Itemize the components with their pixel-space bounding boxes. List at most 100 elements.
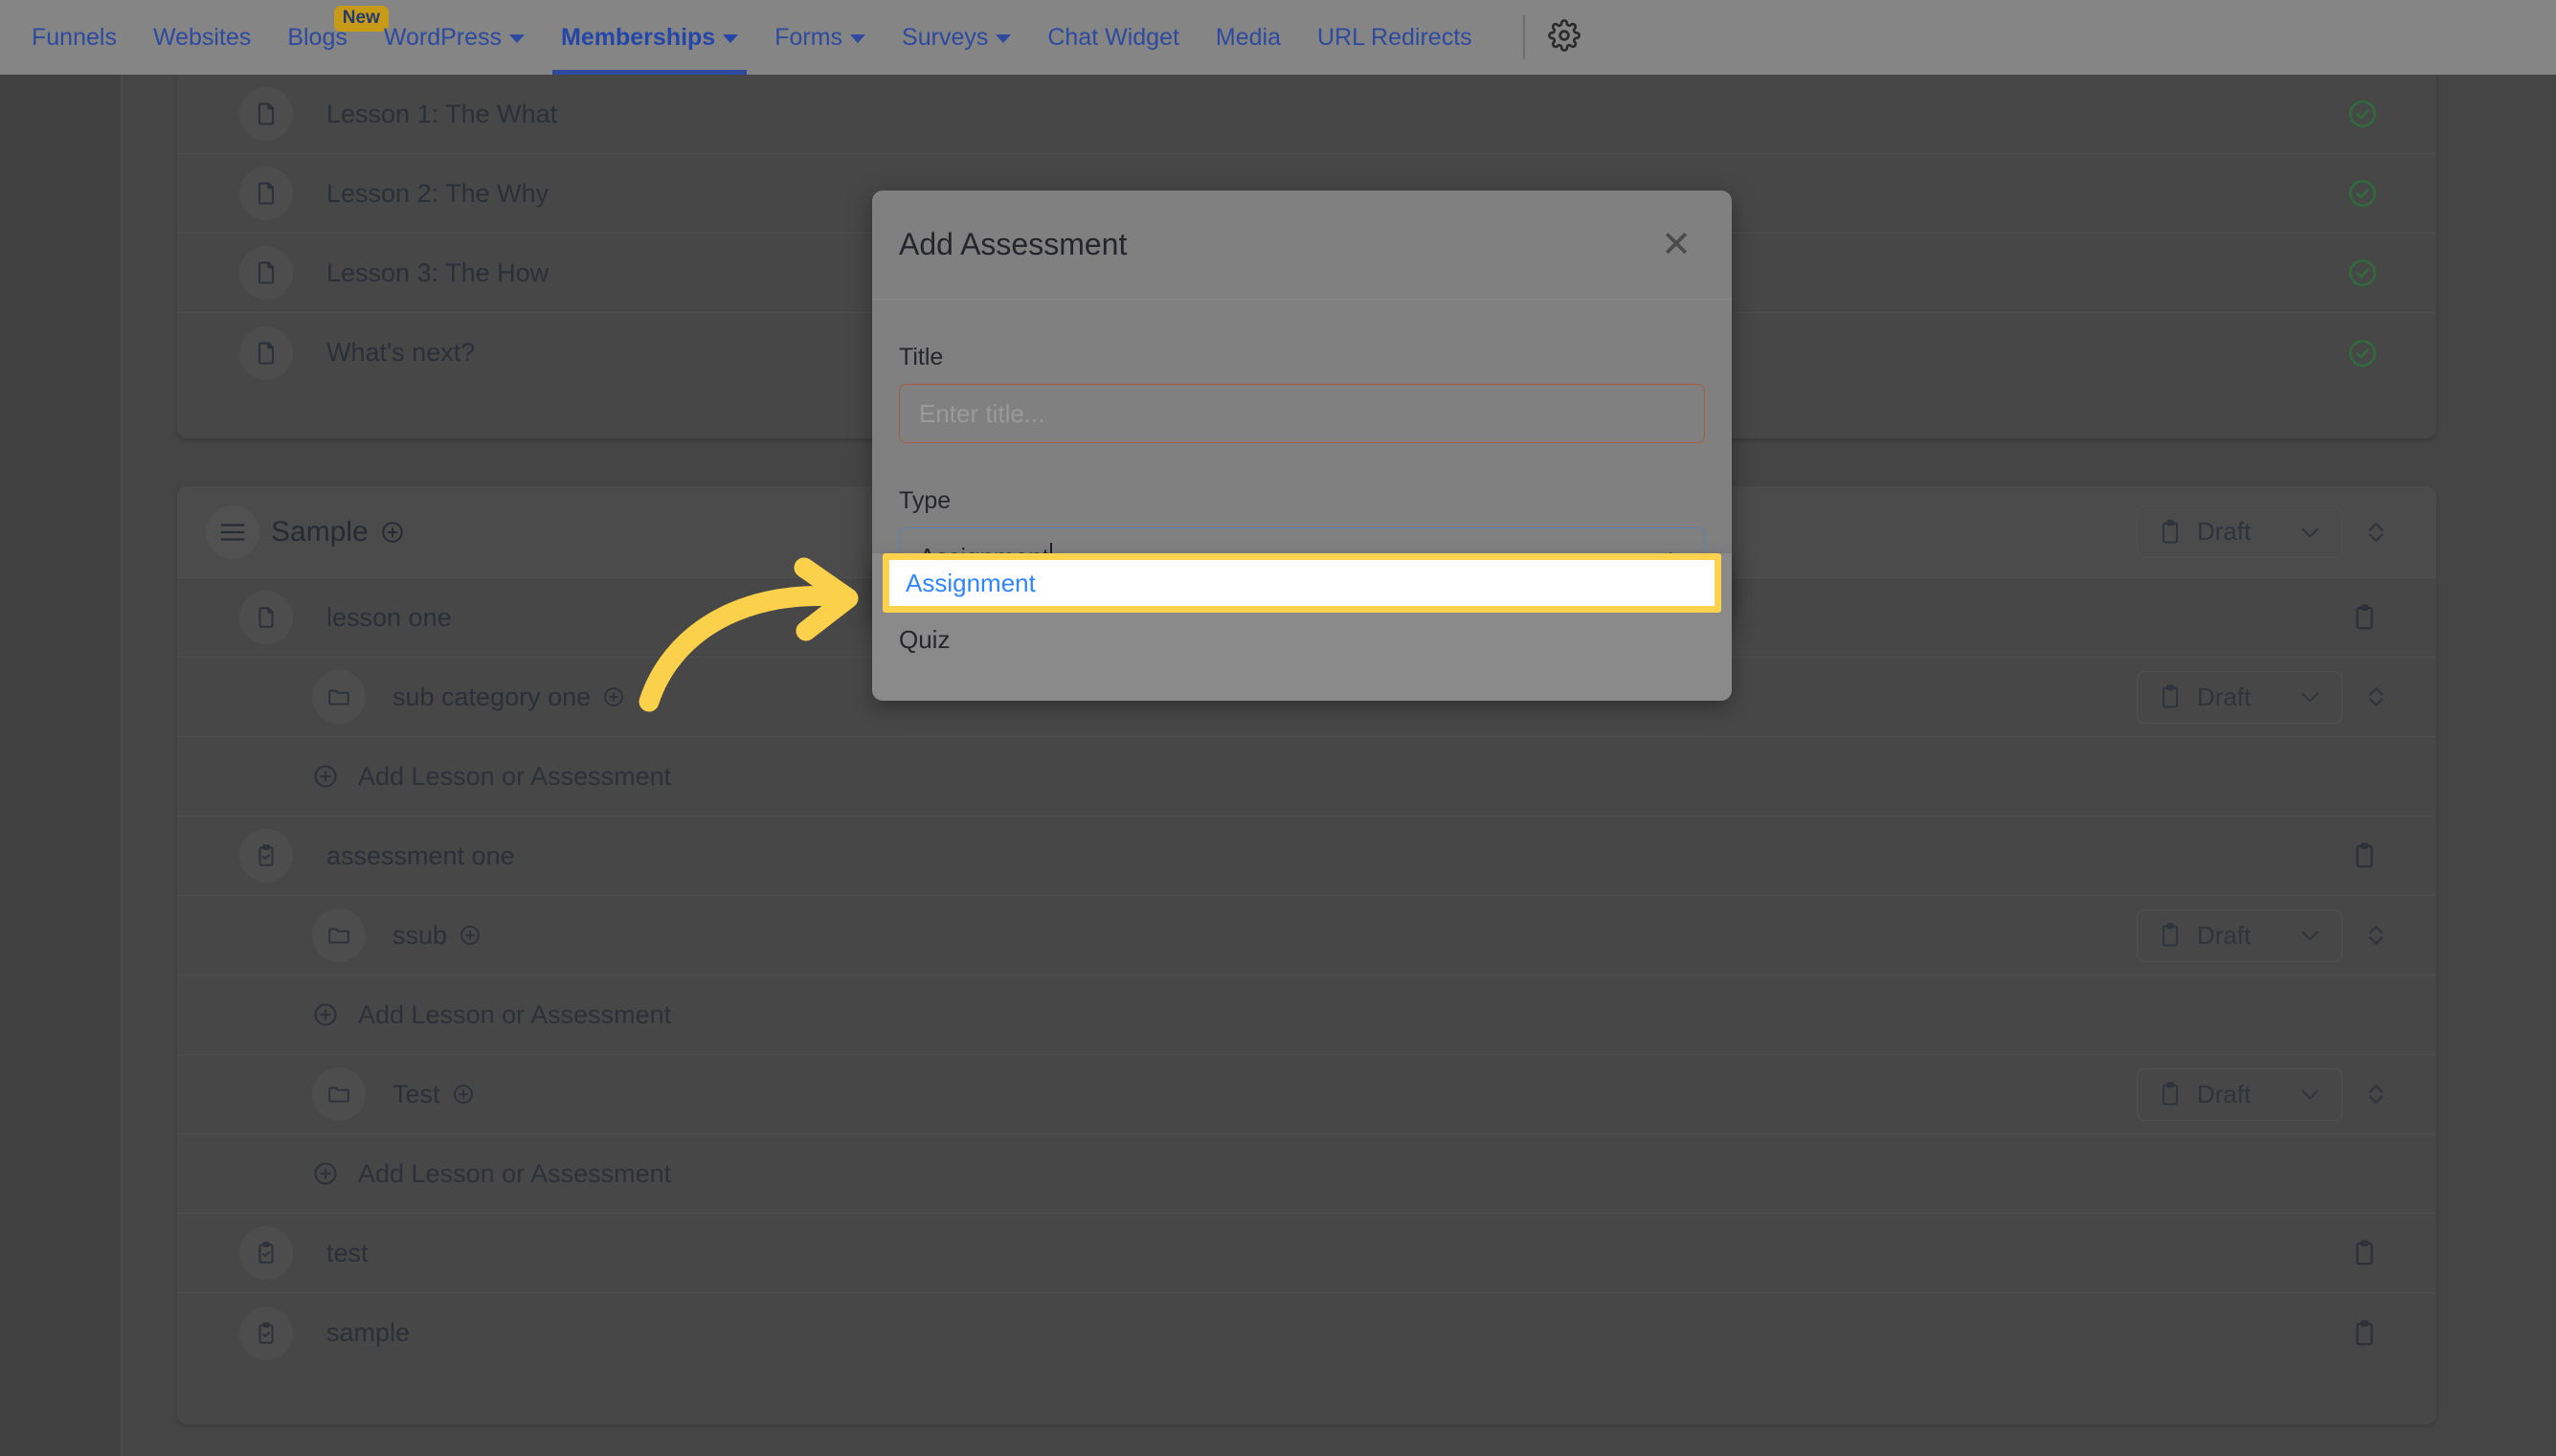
check-circle-icon[interactable] xyxy=(2346,257,2436,289)
status-badge-label: Draft xyxy=(2197,1079,2252,1109)
check-circle-icon[interactable] xyxy=(2346,177,2436,210)
sort-updown-icon[interactable] xyxy=(2362,1080,2390,1109)
nav-item-funnels[interactable]: Funnels xyxy=(13,0,135,75)
section-title-group: Sample xyxy=(271,516,405,549)
clipboard-icon[interactable] xyxy=(2350,1239,2436,1267)
row-label-group: sample xyxy=(326,1318,410,1348)
row-label: lesson one xyxy=(326,602,452,632)
nav-item-label: Memberships xyxy=(561,23,716,51)
gear-icon xyxy=(1547,18,1581,56)
sort-updown-icon[interactable] xyxy=(2362,518,2390,547)
chevron-down-icon xyxy=(723,34,739,43)
folder-icon xyxy=(312,670,366,724)
nav-item-url-redirects[interactable]: URL Redirects xyxy=(1299,0,1491,75)
add-lesson-row[interactable]: Add Lesson or Assessment xyxy=(177,975,2436,1055)
plus-circle-icon[interactable] xyxy=(459,924,482,947)
status-badge[interactable]: Draft xyxy=(2137,505,2343,558)
modal-header: Add Assessment ✕ xyxy=(872,190,1732,300)
clipboard-icon[interactable] xyxy=(2350,1319,2436,1348)
add-lesson-row[interactable]: Add Lesson or Assessment xyxy=(177,1134,2436,1214)
list-item[interactable]: Test Draft xyxy=(177,1055,2436,1134)
row-label: Lesson 3: The How xyxy=(326,258,549,287)
row-label-group: test xyxy=(326,1239,369,1268)
row-label: Test xyxy=(392,1079,440,1109)
row-label: assessment one xyxy=(326,840,515,870)
nav-item-blogs[interactable]: Blogs New xyxy=(269,0,389,75)
drag-handle-icon[interactable] xyxy=(206,505,259,559)
chevron-down-icon[interactable] xyxy=(2298,684,2322,709)
plus-circle-icon[interactable] xyxy=(452,1083,475,1106)
check-circle-icon[interactable] xyxy=(2346,337,2436,370)
plus-circle-icon[interactable] xyxy=(312,1001,339,1028)
modal-title: Add Assessment xyxy=(899,227,1128,261)
row-label[interactable]: Add Lesson or Assessment xyxy=(358,762,671,792)
status-badge-label: Draft xyxy=(2197,517,2252,546)
status-badge[interactable]: Draft xyxy=(2137,670,2343,724)
document-icon xyxy=(239,87,293,141)
title-input[interactable] xyxy=(899,384,1705,443)
row-label-group: Test xyxy=(392,1080,475,1109)
nav-item-surveys[interactable]: Surveys xyxy=(884,0,1029,75)
folder-icon xyxy=(312,908,366,962)
row-label-group: ssub xyxy=(392,921,482,951)
nav-item-label: WordPress xyxy=(383,23,503,51)
clipboard-icon[interactable] xyxy=(2350,603,2436,632)
chevron-down-icon[interactable] xyxy=(2298,1082,2322,1107)
document-icon xyxy=(239,167,293,220)
status-badge-label: Draft xyxy=(2197,920,2252,950)
clipboard-check-icon xyxy=(239,1307,293,1360)
status-badge[interactable]: Draft xyxy=(2137,1067,2343,1121)
nav-item-chat-widget[interactable]: Chat Widget xyxy=(1029,0,1198,75)
plus-circle-icon[interactable] xyxy=(312,1160,339,1187)
nav-item-memberships[interactable]: Memberships xyxy=(543,0,756,75)
nav-item-label: URL Redirects xyxy=(1317,23,1472,51)
list-item[interactable]: ssub Draft xyxy=(177,896,2436,975)
nav-item-label: Funnels xyxy=(32,23,117,51)
left-rail xyxy=(0,75,123,1456)
chevron-down-icon[interactable] xyxy=(2298,923,2322,948)
clipboard-icon[interactable] xyxy=(2350,841,2436,870)
list-item[interactable]: sample xyxy=(177,1293,2436,1373)
nav-item-label: Websites xyxy=(152,23,252,51)
clipboard-icon xyxy=(2157,683,2184,710)
close-icon[interactable]: ✕ xyxy=(1661,227,1692,263)
table-row[interactable]: Lesson 1: The What xyxy=(177,75,2436,154)
add-lesson-row[interactable]: Add Lesson or Assessment xyxy=(177,737,2436,817)
nav-item-forms[interactable]: Forms xyxy=(756,0,884,75)
top-navigation-bar: Funnels Websites Blogs New WordPress Membersh… xyxy=(0,0,2556,75)
list-item[interactable]: test xyxy=(177,1214,2436,1293)
type-select-dropdown: Assignment Quiz xyxy=(872,553,1732,701)
status-badge[interactable]: Draft xyxy=(2137,908,2343,962)
plus-circle-icon[interactable] xyxy=(312,763,339,790)
row-label: test xyxy=(326,1238,369,1267)
plus-circle-icon[interactable] xyxy=(380,520,405,545)
row-label-group: lesson one xyxy=(326,603,452,633)
nav-item-media[interactable]: Media xyxy=(1198,0,1299,75)
row-label: Lesson 2: The Why xyxy=(326,178,549,208)
row-label: What's next? xyxy=(326,338,476,367)
settings-gear-button[interactable] xyxy=(1547,18,1581,56)
nav-item-websites[interactable]: Websites xyxy=(135,0,269,75)
clipboard-check-icon xyxy=(239,1226,293,1280)
chevron-down-icon xyxy=(850,34,866,43)
dropdown-option[interactable]: Assignment xyxy=(883,553,1721,613)
type-field-label: Type xyxy=(899,487,952,514)
sort-updown-icon[interactable] xyxy=(2362,683,2390,711)
row-label[interactable]: Add Lesson or Assessment xyxy=(358,1159,671,1189)
row-label: ssub xyxy=(392,920,448,950)
row-label-group: assessment one xyxy=(326,841,515,871)
check-circle-icon[interactable] xyxy=(2346,98,2436,130)
plus-circle-icon[interactable] xyxy=(602,685,625,708)
list-item[interactable]: assessment one xyxy=(177,817,2436,896)
clipboard-icon xyxy=(2157,519,2184,546)
chevron-down-icon xyxy=(996,34,1012,43)
clipboard-icon xyxy=(2157,1081,2184,1108)
row-label: sub category one xyxy=(392,682,592,711)
sort-updown-icon[interactable] xyxy=(2362,921,2390,950)
row-label[interactable]: Add Lesson or Assessment xyxy=(358,1000,671,1030)
nav-divider xyxy=(1522,15,1525,59)
row-label: sample xyxy=(326,1318,411,1347)
dropdown-option[interactable]: Quiz xyxy=(872,613,1732,666)
nav-item-wordpress[interactable]: WordPress xyxy=(366,0,543,75)
chevron-down-icon[interactable] xyxy=(2298,520,2322,545)
